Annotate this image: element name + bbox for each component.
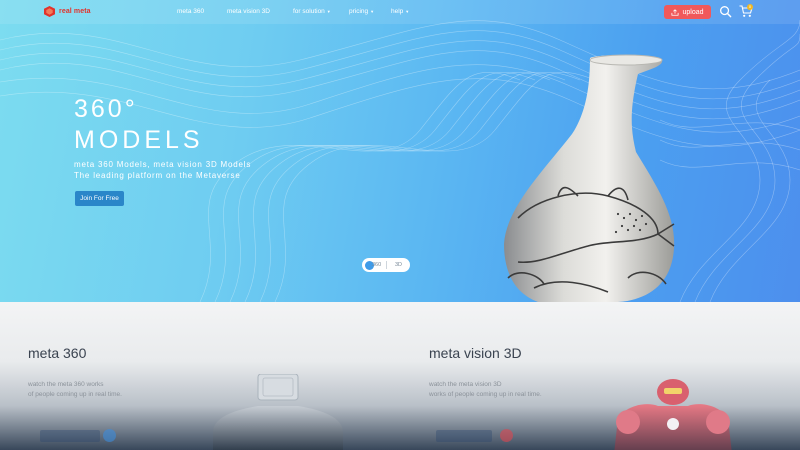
nav-item-label: meta 360 [177,8,205,15]
section-desc-line: works of people coming up in real time. [429,390,542,398]
hero-subtitle-line-2: The leading platform on the Metaverse [74,170,241,180]
nav-item-pricing[interactable]: pricing ▼ [349,8,374,15]
view-mode-toggle[interactable]: 360 3D [362,258,410,272]
nav-item-label: for solution [293,8,325,15]
join-for-free-button[interactable]: Join For Free [75,191,124,206]
top-navigation-bar: real meta meta 360 meta vision 3D for so… [0,0,800,24]
nav-item-meta-vision-3d[interactable]: meta vision 3D [227,8,270,15]
nav-item-label: help [391,8,404,15]
section-title-meta-vision-3d: meta vision 3D [429,345,522,361]
section-desc-meta-vision-3d: watch the meta vision 3D works of people… [429,380,542,399]
caret-down-icon: ▼ [405,9,410,14]
nav-item-label: meta vision 3D [227,8,270,15]
caret-down-icon: ▼ [326,9,331,14]
hero-title-line-1: 360° [74,95,138,123]
robot-preview-image[interactable] [598,378,748,450]
nav-item-help[interactable]: help ▼ [391,8,409,15]
cart-button[interactable]: 0 [739,4,755,19]
toggle-option-360[interactable]: 360 [372,262,381,268]
toggle-divider [386,261,387,269]
section-desc-line: of people coming up in real time. [28,390,122,398]
hero-subtitle-line-1: meta 360 Models, meta vision 3D Models [74,160,252,169]
hero-subtitle: meta 360 Models, meta vision 3D Models T… [74,160,251,181]
section-desc-line: watch the meta vision 3D [429,381,502,388]
showcase-section: meta 360 watch the meta 360 works of peo… [0,302,800,450]
nav-item-for-solution[interactable]: for solution ▼ [293,8,331,15]
toggle-option-3d[interactable]: 3D [395,262,402,268]
upload-label: upload [682,8,704,16]
upload-button[interactable]: upload [664,5,711,19]
cart-count-badge: 0 [747,4,753,10]
section-desc-line: watch the meta 360 works [28,381,104,388]
search-icon[interactable] [719,5,732,18]
view-more-button-meta-vision-3d[interactable] [436,430,492,442]
upload-icon [671,8,679,16]
nav-item-label: pricing [349,8,369,15]
caret-down-icon: ▼ [370,9,375,14]
section-desc-meta-360: watch the meta 360 works of people comin… [28,380,122,399]
arrow-circle-icon[interactable] [500,429,513,442]
nav-item-meta-360[interactable]: meta 360 [177,8,204,15]
hero-title-line-2: MODELS [74,126,204,154]
view-more-button-meta-360[interactable] [40,430,100,442]
vase-3d-model-image[interactable] [498,48,680,302]
arrow-circle-icon[interactable] [103,429,116,442]
section-title-meta-360: meta 360 [28,345,87,361]
bottle-preview-image[interactable] [203,374,353,450]
